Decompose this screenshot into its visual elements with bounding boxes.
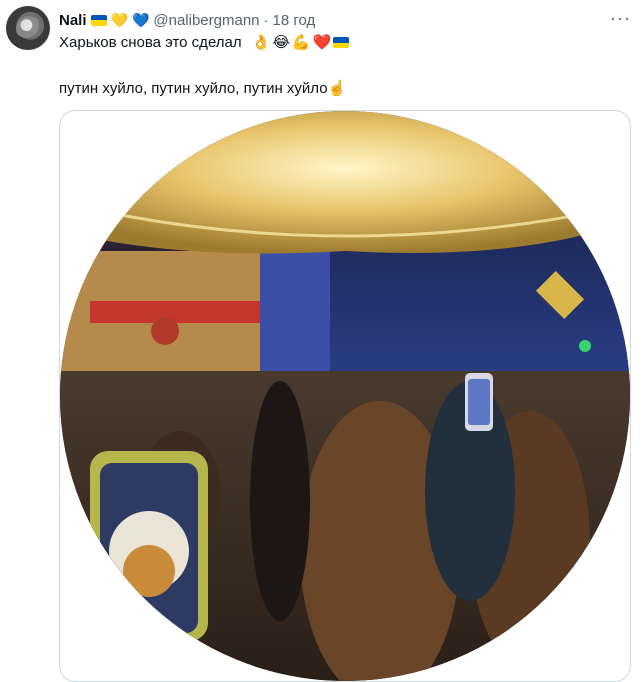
pointing-up-emoji: ☝️ — [327, 80, 347, 97]
tweet-text-2: путин хуйло, путин хуйло, путин хуйло — [59, 80, 328, 97]
blue-heart-icon: 💙 — [131, 12, 150, 28]
avatar[interactable] — [6, 6, 50, 50]
author-handle[interactable]: @nalibergmann — [153, 12, 259, 29]
author-name[interactable]: Nali — [59, 12, 87, 29]
tweet-header: Nali 💛 💙 @nalibergmann · 18 год — [59, 10, 632, 30]
ok-hand-emoji: 👌 — [251, 34, 271, 51]
ukraine-flag-icon — [333, 37, 350, 48]
more-options-icon[interactable]: ··· — [610, 8, 630, 28]
separator-dot: · — [263, 11, 269, 29]
tears-of-joy-emoji: 😂 — [272, 34, 290, 51]
tweet-text-line-1: Харьков снова это сделал 👌 😂 💪 ❤️ — [59, 34, 350, 51]
video-thumbnail[interactable] — [59, 110, 631, 682]
tweet[interactable]: Nali 💛 💙 @nalibergmann · 18 год ··· Харь… — [0, 0, 642, 682]
flexed-biceps-emoji: 💪 — [291, 34, 311, 51]
red-heart-emoji: ❤️ — [312, 34, 332, 51]
ukraine-flag-icon — [90, 14, 107, 26]
tweet-text: Харьков снова это сделал — [59, 34, 242, 51]
tweet-text-line-2: путин хуйло, путин хуйло, путин хуйло☝️ — [59, 80, 346, 97]
tweet-time[interactable]: 18 год — [273, 12, 316, 29]
crowd-photo — [60, 111, 630, 681]
yellow-heart-icon: 💛 — [110, 12, 128, 28]
